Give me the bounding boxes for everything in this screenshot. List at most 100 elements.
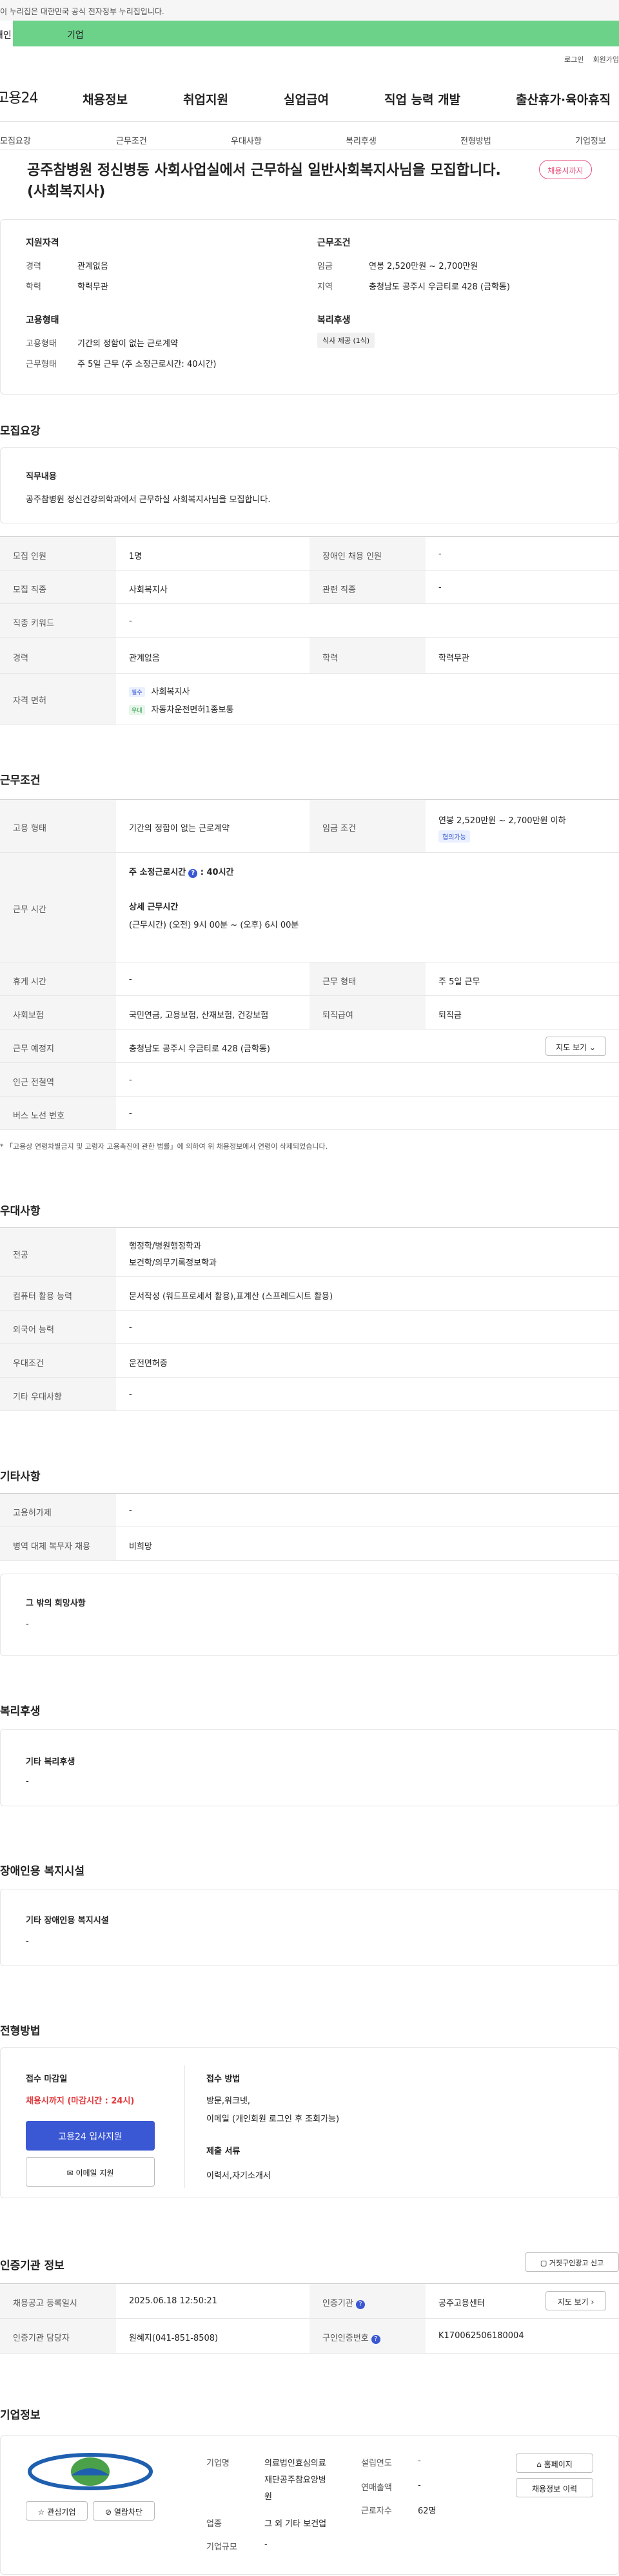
- military-value: 비희망: [129, 1542, 152, 1552]
- gnb-item-leave[interactable]: 출산휴가·육아휴직: [516, 90, 611, 108]
- year-label: 설립연도: [361, 2459, 392, 2468]
- subnav-selection[interactable]: 전형방법: [460, 134, 491, 146]
- map-button-label: 지도 보기: [556, 1043, 587, 1052]
- emp-count-label: 근로자수: [361, 2506, 392, 2516]
- subway-label: 인근 전철역: [13, 1078, 54, 1088]
- help-icon[interactable]: ?: [355, 2300, 365, 2309]
- subnav-company[interactable]: 기업정보: [575, 134, 606, 146]
- detail-value: (근무시간) (오전) 9시 00분 ~ (오후) 6시 00분: [129, 921, 299, 930]
- break-label: 휴게 시간: [13, 977, 46, 987]
- region-label: 지역: [317, 282, 333, 292]
- hours-title: 주 소정근로시간: [129, 868, 186, 877]
- scale-label: 기업규모: [206, 2542, 237, 2552]
- util-links: 로그인 회원가입: [555, 54, 619, 64]
- num-value: K170062506180004: [438, 2331, 524, 2341]
- time-label: 근무 시간: [13, 905, 46, 915]
- year-value: -: [418, 2456, 421, 2466]
- conditions-heading: 근무조건: [0, 774, 41, 787]
- major-value: 행정학/병원행정학과: [129, 1242, 202, 1251]
- other-heading: 기타사항: [0, 1470, 41, 1483]
- block-label: 열람차단: [113, 2508, 143, 2517]
- form-label: 근무 형태: [322, 977, 356, 987]
- military-label: 병역 대체 복무자 채용: [13, 1542, 91, 1552]
- cell-label: 경력: [13, 654, 28, 663]
- bus-value: -: [129, 1109, 132, 1118]
- help-icon[interactable]: ?: [371, 2335, 380, 2344]
- login-link[interactable]: 로그인: [564, 55, 584, 64]
- chevron-down-icon: ⌄: [589, 1043, 596, 1052]
- subnav-conditions[interactable]: 근무조건: [116, 134, 147, 146]
- name-label: 기업명: [206, 2459, 230, 2468]
- wage-value: 연봉 2,520만원 ~ 2,700만원: [369, 262, 478, 271]
- retire-value: 퇴직금: [438, 1011, 462, 1020]
- welfare-heading: 복리후생: [317, 315, 351, 326]
- disabled-heading: 장애인용 복지시설: [0, 1865, 85, 1878]
- report-button-label: 거짓구인광고 신고: [549, 2259, 604, 2267]
- recruit-heading: 모집요강: [0, 425, 41, 438]
- license-required: 사회복지사: [151, 687, 190, 697]
- permit-label: 고용허가제: [13, 1508, 52, 1518]
- num-label: 구인인증번호: [322, 2334, 369, 2343]
- cond-heading: 근무조건: [317, 238, 351, 248]
- homepage-button[interactable]: ⌂ 홈페이지: [516, 2454, 593, 2473]
- age-note: * 「고용상 연령차별금지 및 고령자 고용촉진에 관한 법률」에 의하여 위 …: [0, 1142, 328, 1151]
- welfare-sub: 기타 복리후생: [26, 1757, 75, 1767]
- reg-value: 2025.06.18 12:50:21: [129, 2296, 217, 2306]
- license-label: 자격 면허: [13, 696, 46, 706]
- retire-label: 퇴직급여: [322, 1011, 353, 1020]
- emp-label: 고용형태: [26, 339, 57, 349]
- apply-button[interactable]: 고용24 입사지원: [26, 2121, 155, 2151]
- gnb-item-training[interactable]: 직업 능력 개발: [384, 90, 460, 108]
- tab-business[interactable]: 기업: [13, 21, 619, 46]
- edu-value: 학력무관: [77, 282, 108, 292]
- email-apply-button[interactable]: ✉ 이메일 지원: [26, 2157, 155, 2187]
- cell-label: 관련 직종: [322, 585, 356, 595]
- wage-label: 임금 조건: [322, 824, 356, 834]
- block-icon: ⊘: [104, 2508, 112, 2517]
- agency-map-button[interactable]: 지도 보기 ›: [545, 2291, 606, 2310]
- favorite-button[interactable]: ☆ 관심기업: [26, 2501, 88, 2521]
- subway-value: -: [129, 1075, 132, 1085]
- gnb-item-support[interactable]: 취업지원: [183, 90, 228, 108]
- history-button[interactable]: 채용정보 이력: [516, 2478, 593, 2497]
- industry-label: 업종: [206, 2519, 222, 2529]
- pc-value: 문서작성 (워드프로세서 활용),표계산 (스프레드시트 활용): [129, 1292, 333, 1302]
- inst-label: 인증기관: [322, 2299, 353, 2308]
- duty-card: [0, 447, 619, 523]
- wage-value: 연봉 2,520만원 ~ 2,700만원 이하: [438, 816, 566, 826]
- cell-label: 모집 인원: [13, 552, 46, 561]
- gnb-item-jobs[interactable]: 채용정보: [83, 90, 128, 108]
- signup-link[interactable]: 회원가입: [593, 55, 619, 64]
- apply-button-label: 고용24 입사지원: [58, 2132, 123, 2142]
- method-value: 방문,워크넷,: [206, 2096, 251, 2106]
- subnav-recruit[interactable]: 모집요강: [0, 134, 31, 146]
- method-value: 이메일 (개인회원 로그인 후 조회가능): [206, 2114, 340, 2124]
- tab-personal[interactable]: 개인: [0, 21, 13, 46]
- hope-card: [0, 1574, 619, 1656]
- insurance-value: 국민연금, 고용보험, 산재보험, 건강보험: [129, 1011, 269, 1020]
- insurance-label: 사회보험: [13, 1011, 44, 1020]
- welfare-section-heading: 복리후생: [0, 1705, 41, 1718]
- help-icon[interactable]: ?: [188, 869, 198, 878]
- tab-business-label: 기업: [67, 30, 84, 41]
- map-button[interactable]: 지도 보기 ⌄: [545, 1037, 606, 1056]
- gnb-item-benefit[interactable]: 실업급여: [284, 90, 329, 108]
- form-value: 주 5일 근무 (주 소정근로시간: 40시간): [77, 360, 217, 369]
- block-button[interactable]: ⊘ 열람차단: [93, 2501, 155, 2521]
- hope-value: -: [26, 1619, 29, 1629]
- etc-label: 기타 우대사항: [13, 1392, 62, 1402]
- reg-label: 채용공고 등록일시: [13, 2299, 77, 2308]
- site-logo[interactable]: 고용24: [0, 86, 38, 107]
- cell-value: 1명: [129, 552, 142, 561]
- disabled-value: -: [26, 1937, 29, 1946]
- inst-value: 공주고용센터: [438, 2299, 485, 2308]
- cell-label: 장애인 채용 인원: [322, 552, 382, 561]
- subnav-welfare[interactable]: 복리후생: [346, 134, 377, 146]
- report-button[interactable]: ▢ 거짓구인광고 신고: [525, 2252, 619, 2272]
- negotiable-tag: 협의가능: [438, 830, 470, 843]
- welfare-value: -: [26, 1777, 29, 1786]
- type-heading: 고용형태: [26, 315, 59, 326]
- edu-label: 학력: [26, 282, 41, 292]
- subnav-prefer[interactable]: 우대사항: [231, 134, 262, 146]
- cell-value: 학력무관: [438, 654, 469, 663]
